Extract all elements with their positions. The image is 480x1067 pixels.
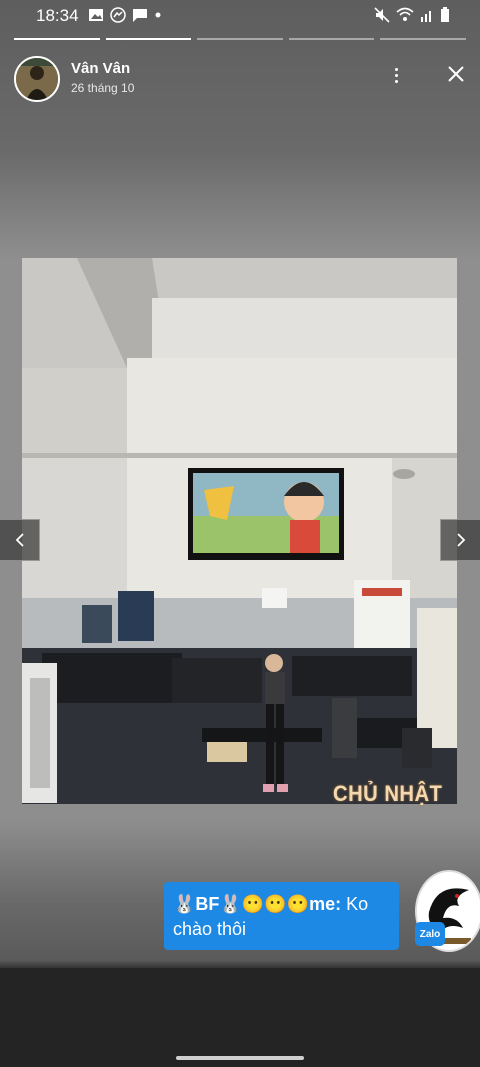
message-line1: Ko [346,894,369,914]
story-progress [14,38,466,40]
story-user-name[interactable]: Vân Vân [71,60,130,77]
progress-segment [380,38,466,40]
dot-icon [155,12,161,18]
system-icons [374,7,450,23]
notification-icons [88,7,162,23]
mute-icon [374,7,390,23]
progress-segment [288,38,375,40]
wifi-icon [396,7,414,21]
gallery-icon [89,9,103,21]
battery-icon [441,7,449,22]
emoji-mid: 🐰😶😶😶 [219,894,310,914]
progress-segment [197,38,283,40]
profile-avatar[interactable] [14,56,60,102]
story-photo [22,258,457,804]
chevron-left-icon [15,533,24,547]
chat-icon [133,9,147,22]
progress-segment [105,38,192,40]
story-screen: 18:34 Vân Vân 26 tháng 10 CHỦ NHẬT 🐰BF🐰😶… [0,0,480,1067]
previous-story-button[interactable] [0,519,40,561]
message-line2: chào thôi [173,919,247,939]
more-options-icon[interactable] [386,64,406,86]
signal-icon [421,11,431,22]
chevron-right-icon [456,533,465,547]
chat-head-bubble[interactable]: 🐰BF🐰😶😶😶me: Ko chào thôi [164,882,399,950]
next-story-button[interactable] [440,519,480,561]
story-date: 26 tháng 10 [71,81,135,95]
messenger-icon [110,7,126,23]
bf-label: BF [195,894,220,914]
close-icon[interactable] [444,62,468,86]
bottom-area [0,968,480,1067]
status-bar: 18:34 [0,0,480,32]
sender-label: me: [309,894,342,914]
emoji-prefix: 🐰 [173,894,196,914]
status-time: 18:34 [36,6,79,25]
zalo-badge: Zalo [415,922,445,946]
story-caption: CHỦ NHẬT [333,781,443,806]
home-indicator[interactable] [176,1056,304,1060]
progress-segment [14,38,100,40]
